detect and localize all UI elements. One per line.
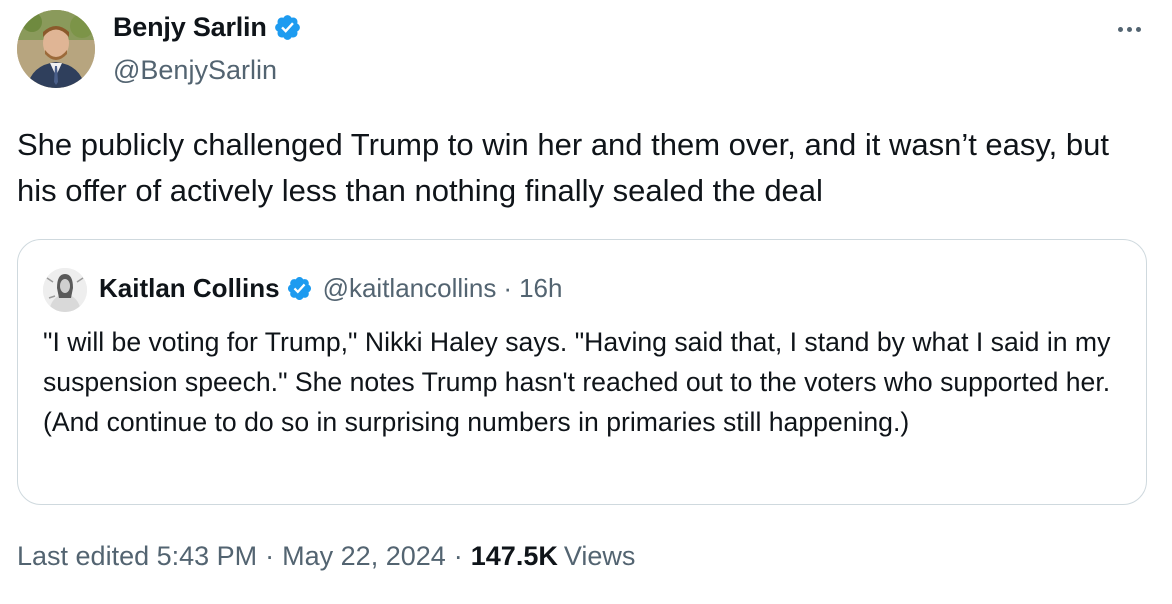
meta-separator: · <box>265 541 275 571</box>
header-separator: · <box>503 273 513 303</box>
tweet-date[interactable]: May 22, 2024 <box>282 541 446 572</box>
quoted-tweet-header: Kaitlan Collins @kaitlancollins · 16h <box>99 273 562 304</box>
edited-timestamp[interactable]: Last edited 5:43 PM <box>17 541 257 572</box>
verified-badge-icon <box>287 276 311 301</box>
author-handle[interactable]: @BenjySarlin <box>113 55 277 86</box>
tweet-text: She publicly challenged Trump to win her… <box>17 127 1109 208</box>
more-options-icon[interactable] <box>1112 18 1146 40</box>
quoted-author-handle[interactable]: @kaitlancollins <box>323 273 497 304</box>
views-count[interactable]: 147.5K <box>471 541 558 572</box>
more-dot <box>1135 26 1141 32</box>
more-dot <box>1117 26 1123 32</box>
quoted-tweet-time[interactable]: 16h <box>519 273 562 304</box>
author-avatar[interactable] <box>17 10 95 88</box>
views-label: Views <box>563 541 636 571</box>
meta-separator: · <box>453 541 463 571</box>
quoted-tweet-card[interactable]: Kaitlan Collins @kaitlancollins · 16h "I… <box>17 239 1147 505</box>
quoted-tweet-text: "I will be voting for Trump," Nikki Hale… <box>43 327 1111 437</box>
tweet-meta: Last edited 5:43 PM · May 22, 2024 · 147… <box>17 541 635 572</box>
author-name-row[interactable]: Benjy Sarlin <box>113 12 302 43</box>
more-dot <box>1126 26 1132 32</box>
quoted-author-avatar[interactable] <box>43 268 87 312</box>
author-name[interactable]: Benjy Sarlin <box>113 12 267 43</box>
quoted-author-name[interactable]: Kaitlan Collins <box>99 273 280 304</box>
verified-badge-icon <box>274 15 300 40</box>
